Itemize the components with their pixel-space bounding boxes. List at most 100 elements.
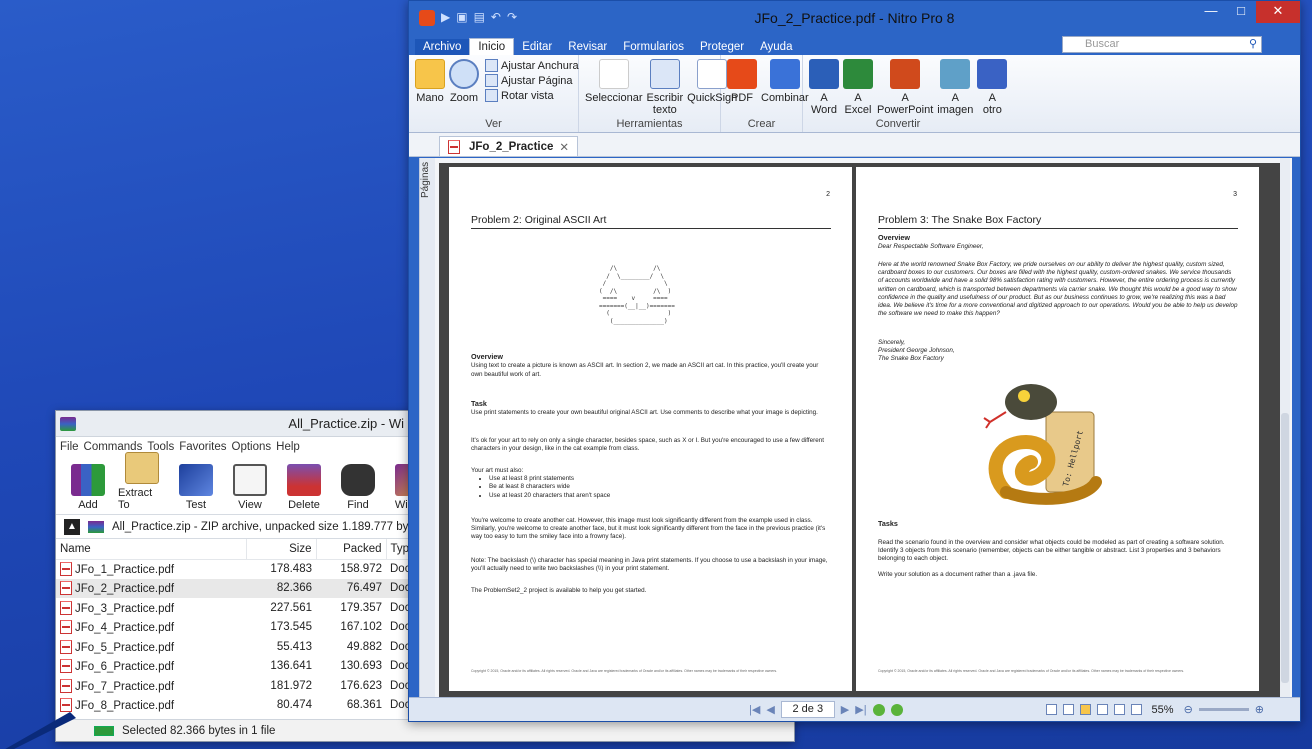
file-size: 55.413	[276, 640, 312, 653]
print-icon[interactable]: ▤	[474, 10, 485, 26]
search-icon[interactable]: ⚲	[1249, 37, 1257, 52]
col-name[interactable]: Name	[56, 539, 247, 560]
hand-icon	[415, 59, 445, 89]
menu-favorites[interactable]: Favorites	[179, 441, 226, 453]
prev-page-icon[interactable]: ◀	[766, 703, 774, 716]
books-icon	[71, 464, 105, 496]
zoom-button[interactable]: Zoom	[449, 59, 479, 104]
tasks-section: Tasks	[878, 519, 898, 528]
facing-pages-icon[interactable]	[1079, 704, 1091, 715]
back-view-icon[interactable]	[872, 703, 885, 716]
search-input[interactable]: Buscar ⚲	[1062, 36, 1262, 53]
page-footer: Copyright © 2015, Oracle and/or its affi…	[878, 669, 1185, 673]
paragraph: Read the scenario found in the overview …	[878, 539, 1225, 563]
pdf-button[interactable]: PDF	[727, 59, 757, 104]
combinar-button[interactable]: Combinar	[761, 59, 809, 104]
escribir-texto-button[interactable]: Escribir texto	[646, 59, 683, 116]
tab-revisar[interactable]: Revisar	[560, 39, 615, 55]
file-packed: 167.102	[340, 621, 382, 634]
binoculars-icon	[341, 464, 375, 496]
tab-archivo[interactable]: Archivo	[415, 39, 470, 55]
ajustar-anchura-button[interactable]: Ajustar Anchura	[485, 59, 579, 72]
tab-ayuda[interactable]: Ayuda	[752, 39, 800, 55]
view-button[interactable]: View	[226, 464, 274, 514]
nitro-titlebar[interactable]: ▶ ▣ ▤ ↶ ↷ JFo_2_Practice.pdf - Nitro Pro…	[409, 1, 1300, 35]
menu-options[interactable]: Options	[232, 441, 272, 453]
last-page-icon[interactable]: ▶|	[855, 703, 866, 716]
redo-icon[interactable]: ↷	[507, 10, 517, 26]
folder-extract-icon	[125, 452, 159, 484]
delete-button[interactable]: Delete	[280, 464, 328, 514]
first-page-icon[interactable]: |◀	[749, 703, 760, 716]
page-heading: Problem 2: Original ASCII Art	[471, 214, 831, 229]
fullscreen-icon[interactable]	[1113, 704, 1125, 715]
tab-editar[interactable]: Editar	[514, 39, 560, 55]
zoom-out-icon[interactable]: ⊖	[1184, 703, 1193, 716]
file-size: 181.972	[270, 679, 312, 692]
file-name: JFo_3_Practice.pdf	[56, 598, 246, 618]
up-folder-button[interactable]: ▲	[64, 518, 80, 535]
to-word-button[interactable]: A Word	[809, 59, 839, 116]
menu-help[interactable]: Help	[276, 441, 300, 453]
seleccionar-button[interactable]: Seleccionar	[585, 59, 642, 104]
rotar-vista-button[interactable]: Rotar vista	[485, 89, 579, 102]
document-view[interactable]: 2 Problem 2: Original ASCII Art /\ /\ / …	[439, 163, 1281, 698]
close-icon[interactable]: ✕	[1256, 1, 1300, 23]
snake-box-illustration: To: Hellport	[983, 384, 1102, 505]
tab-inicio[interactable]: Inicio	[469, 38, 515, 55]
zoom-in-icon[interactable]: ⊕	[1255, 703, 1264, 716]
ajustar-pagina-button[interactable]: Ajustar Página	[485, 74, 579, 87]
pdf-file-icon	[60, 659, 72, 674]
save-icon[interactable]: ▣	[456, 10, 467, 26]
list-item: Use at least 8 print statements	[489, 475, 831, 483]
extract-to-button[interactable]: Extract To	[118, 452, 166, 514]
open-icon[interactable]: ▶	[441, 10, 450, 26]
fit-width-icon	[485, 59, 498, 72]
to-excel-button[interactable]: A Excel	[843, 59, 873, 116]
facing-continuous-icon[interactable]	[1096, 704, 1108, 715]
scroll-thumb[interactable]	[1281, 413, 1289, 683]
add-button[interactable]: Add	[64, 464, 112, 514]
undo-icon[interactable]: ↶	[491, 10, 501, 26]
forward-view-icon[interactable]	[890, 703, 903, 716]
page-indicator[interactable]: 2 de 3	[780, 701, 835, 718]
single-page-icon[interactable]	[1045, 704, 1057, 715]
page-3: 3 Problem 3: The Snake Box Factory Overv…	[856, 167, 1259, 691]
group-label-ver: Ver	[485, 118, 502, 130]
file-packed: 158.972	[340, 563, 382, 575]
col-packed[interactable]: Packed	[316, 539, 387, 560]
minimize-icon[interactable]: —	[1196, 1, 1226, 23]
continuous-icon[interactable]	[1062, 704, 1074, 715]
group-ver: Mano Zoom Ajustar Anchura Ajustar Página…	[409, 55, 579, 132]
to-other-button[interactable]: Aotro	[977, 59, 1008, 116]
overview-section: Overview Dear Respectable Software Engine…	[878, 233, 984, 251]
mano-button[interactable]: Mano	[415, 59, 445, 104]
to-powerpoint-button[interactable]: A PowerPoint	[877, 59, 933, 116]
winrar-app-icon	[60, 416, 76, 431]
zoom-slider[interactable]	[1198, 708, 1249, 711]
image-icon	[940, 59, 971, 89]
vertical-scrollbar[interactable]	[1280, 158, 1290, 698]
fit-page-icon	[485, 74, 498, 87]
find-button[interactable]: Find	[334, 464, 382, 514]
page-heading: Problem 3: The Snake Box Factory	[878, 214, 1238, 229]
menu-file[interactable]: File	[60, 441, 79, 453]
rotate-icon	[485, 89, 498, 102]
paragraph: Note: The backslash (\) character has sp…	[471, 557, 828, 573]
mouse-pointer-icon	[5, 712, 76, 749]
file-size: 80.474	[276, 699, 312, 712]
pages-panel[interactable]: Páginas	[419, 158, 435, 698]
doc-tab-jfo2[interactable]: JFo_2_Practice ✕	[439, 136, 579, 156]
maximize-icon[interactable]: □	[1226, 1, 1256, 23]
zip-icon	[88, 520, 104, 533]
next-page-icon[interactable]: ▶	[841, 703, 849, 716]
tab-formularios[interactable]: Formularios	[615, 39, 692, 55]
test-button[interactable]: Test	[172, 464, 220, 514]
col-size[interactable]: Size	[246, 539, 317, 560]
close-tab-icon[interactable]: ✕	[559, 140, 569, 154]
to-image-button[interactable]: Aimagen	[937, 59, 973, 116]
tab-proteger[interactable]: Proteger	[692, 39, 752, 55]
drive-icon	[94, 725, 114, 736]
file-name: JFo_2_Practice.pdf	[56, 578, 246, 598]
fit-icon[interactable]	[1130, 704, 1142, 715]
